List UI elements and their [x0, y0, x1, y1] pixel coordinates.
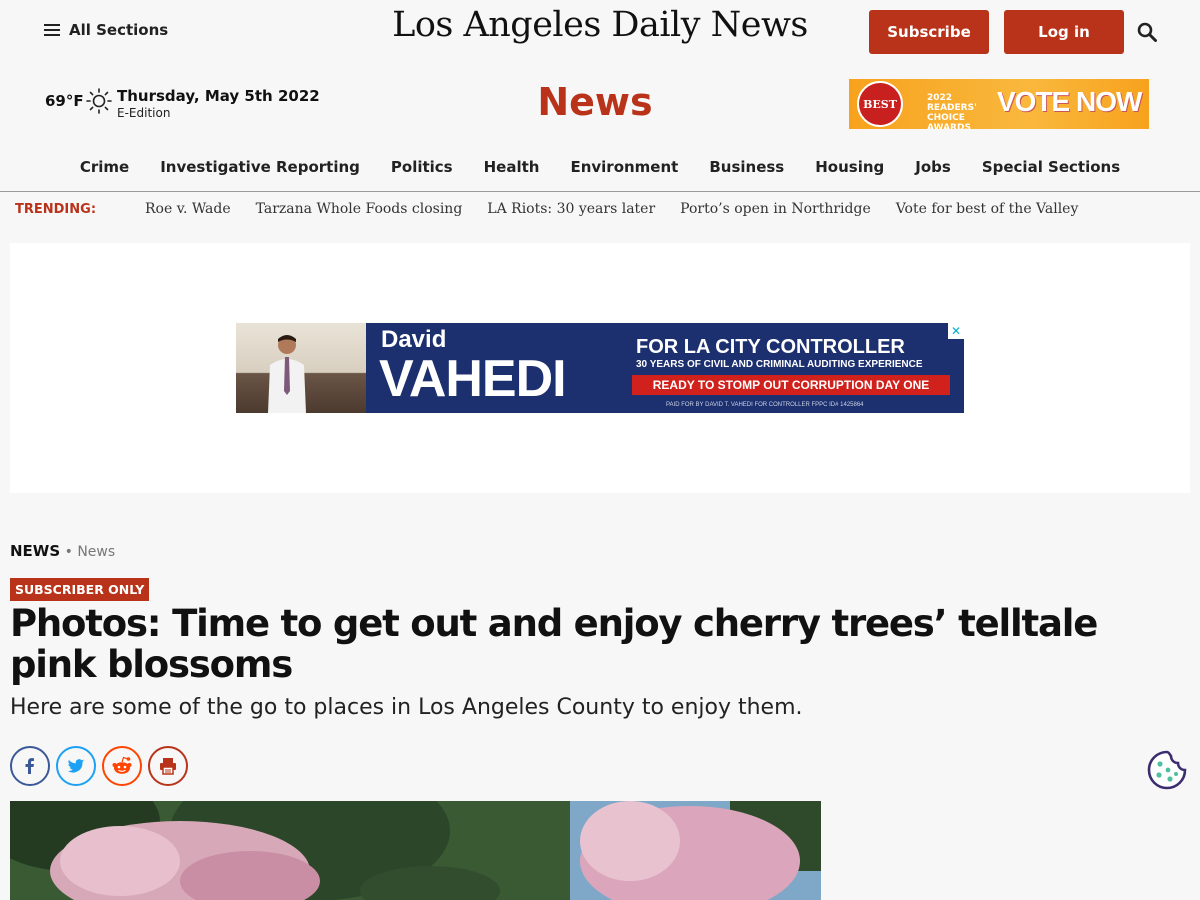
ad-last-name: VAHEDI	[379, 350, 567, 408]
site-header: All Sections Los Angeles Daily News Subs…	[0, 0, 1200, 192]
trending-bar: TRENDING: Roe v. Wade Tarzana Whole Food…	[0, 192, 1200, 226]
nav-item-investigative-reporting[interactable]: Investigative Reporting	[145, 158, 376, 176]
trending-link[interactable]: Porto’s open in Northridge	[680, 201, 871, 217]
subscriber-only-badge: SUBSCRIBER ONLY	[10, 578, 150, 601]
trending-link[interactable]: Roe v. Wade	[145, 201, 231, 217]
twitter-share-button[interactable]	[56, 746, 96, 786]
facebook-icon	[25, 758, 34, 774]
cookie-settings-icon[interactable]	[1146, 749, 1188, 791]
trending-list: Roe v. Wade Tarzana Whole Foods closing …	[145, 201, 1078, 217]
print-button[interactable]	[148, 746, 188, 786]
nav-item-special-sections[interactable]: Special Sections	[966, 158, 1135, 176]
breadcrumb-subsection[interactable]: News	[77, 544, 115, 560]
main-nav: Crime Investigative Reporting Politics H…	[0, 158, 1200, 176]
vote-now-text: VOTE NOW	[997, 86, 1142, 117]
ad-headline: FOR LA CITY CONTROLLER	[636, 336, 905, 358]
trending-label: TRENDING:	[15, 201, 97, 217]
subscribe-button[interactable]: Subscribe	[869, 10, 989, 54]
share-bar	[10, 746, 188, 786]
login-button[interactable]: Log in	[1004, 10, 1124, 54]
nav-item-environment[interactable]: Environment	[555, 158, 694, 176]
article-headline: Photos: Time to get out and enjoy cherry…	[10, 602, 1098, 686]
nav-item-politics[interactable]: Politics	[375, 158, 468, 176]
candidate-figure	[268, 335, 306, 413]
nav-item-housing[interactable]: Housing	[800, 158, 900, 176]
ad-disclaimer: PAID FOR BY DAVID T. VAHEDI FOR CONTROLL…	[666, 402, 864, 408]
twitter-icon	[67, 759, 85, 773]
nav-item-crime[interactable]: Crime	[64, 158, 144, 176]
ad-container: David VAHEDI FOR LA CITY CONTROLLER 30 Y…	[10, 243, 1190, 493]
cherry-blossom-photo	[10, 801, 821, 900]
reddit-share-button[interactable]	[102, 746, 142, 786]
vote-ad-small-text: 2022 READERS' CHOICE AWARDS	[927, 93, 977, 129]
facebook-share-button[interactable]	[10, 746, 50, 786]
search-icon[interactable]	[1137, 22, 1157, 42]
trending-link[interactable]: LA Riots: 30 years later	[487, 201, 655, 217]
political-ad-banner[interactable]: David VAHEDI FOR LA CITY CONTROLLER 30 Y…	[236, 323, 964, 413]
breadcrumb: NEWS • News	[10, 542, 115, 560]
reddit-icon	[112, 756, 132, 774]
trending-link[interactable]: Vote for best of the Valley	[896, 201, 1079, 217]
readers-choice-badge: BEST	[857, 81, 903, 127]
article-dek: Here are some of the go to places in Los…	[10, 695, 803, 720]
nav-item-health[interactable]: Health	[468, 158, 555, 176]
breadcrumb-section[interactable]: NEWS	[10, 542, 60, 560]
vote-now-ad[interactable]: BEST 2022 READERS' CHOICE AWARDS VOTE NO…	[849, 79, 1149, 129]
ad-subline: 30 YEARS OF CIVIL AND CRIMINAL AUDITING …	[636, 359, 923, 370]
trending-link[interactable]: Tarzana Whole Foods closing	[256, 201, 463, 217]
article-hero-photo[interactable]	[10, 801, 821, 900]
ad-close-icon[interactable]: ✕	[948, 323, 964, 339]
ad-red-strip: READY TO STOMP OUT CORRUPTION DAY ONE	[632, 375, 950, 395]
ad-candidate-photo	[236, 323, 366, 413]
breadcrumb-separator: •	[60, 544, 78, 560]
nav-item-business[interactable]: Business	[694, 158, 800, 176]
nav-item-jobs[interactable]: Jobs	[900, 158, 967, 176]
print-icon	[160, 758, 176, 775]
